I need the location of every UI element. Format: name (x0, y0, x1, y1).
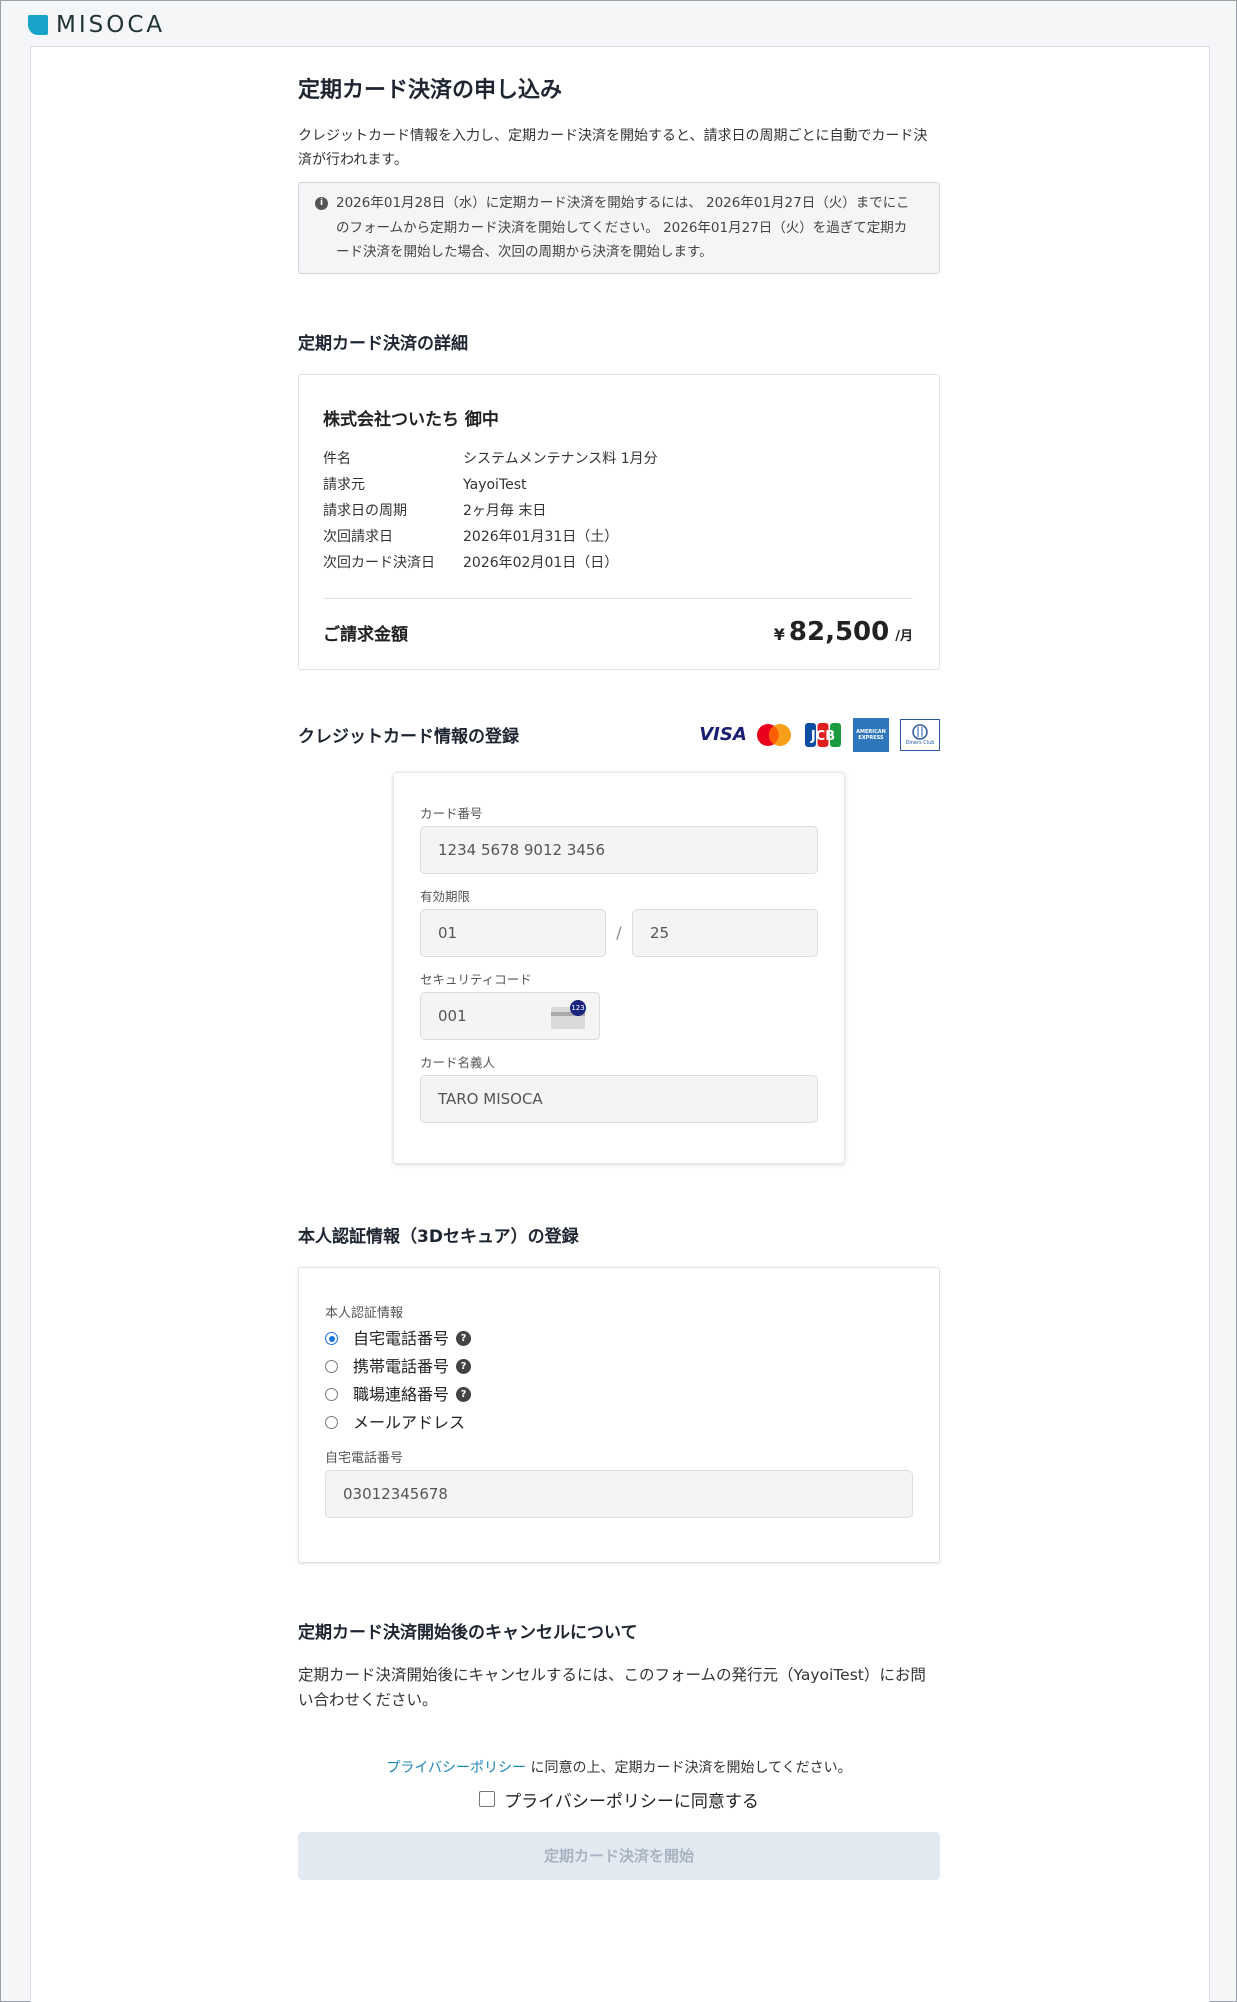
credit-card-form: カード番号 1234 5678 9012 3456 有効期限 01 / 25 セ… (393, 771, 845, 1164)
cvc-card-icon: 123 (551, 999, 586, 1029)
expiry-month-input[interactable]: 01 (420, 908, 606, 957)
radio-mobile-phone[interactable]: 携帯電話番号? (325, 1353, 913, 1381)
notice-box: i 2026年01月28日（水）に定期カード決済を開始するには、 2026年01… (298, 182, 940, 274)
detail-value: YayoiTest (463, 476, 527, 493)
detail-key: 件名 (323, 450, 351, 467)
diners-icon: Diners Club (900, 718, 940, 751)
currency-symbol: ¥ (773, 624, 785, 644)
home-phone-input[interactable]: 03012345678 (325, 1469, 913, 1518)
start-payment-button[interactable]: 定期カード決済を開始 (298, 1831, 940, 1880)
expiry-label: 有効期限 (420, 888, 471, 904)
amex-icon: AMERICAN EXPRESS (853, 717, 889, 752)
detail-row: 次回カード決済日 2026年02月01日（日） (323, 550, 913, 576)
notice-text: 2026年01月28日（水）に定期カード決済を開始するには、 2026年01月2… (336, 195, 910, 260)
auth-field-label: 自宅電話番号 (325, 1450, 404, 1466)
radio-label: 携帯電話番号 (353, 1356, 450, 1376)
mastercard-icon (755, 720, 793, 750)
privacy-agree-checkbox[interactable] (479, 1791, 496, 1807)
detail-row: 請求日の周期 2ヶ月毎 末日 (323, 498, 913, 524)
divider (323, 597, 913, 599)
help-icon[interactable]: ? (456, 1387, 472, 1402)
expiry-row: 01 / 25 (420, 908, 818, 957)
detail-value: 2026年02月01日（日） (463, 554, 619, 571)
radio-button[interactable] (325, 1360, 338, 1373)
card-number-label: カード番号 (420, 805, 483, 821)
form-content: 定期カード決済の申し込み クレジットカード情報を入力し、定期カード決済を開始する… (298, 72, 940, 1880)
intro-text: クレジットカード情報を入力し、定期カード決済を開始すると、請求日の周期ごとに自動… (298, 128, 928, 168)
radio-home-phone[interactable]: 自宅電話番号? (325, 1325, 913, 1353)
radio-label: 職場連絡番号 (353, 1384, 450, 1404)
page-title: 定期カード決済の申し込み (298, 78, 563, 103)
detail-row: 件名 システムメンテナンス料 1月分 (323, 446, 913, 472)
card-number-input[interactable]: 1234 5678 9012 3456 (420, 825, 818, 874)
radio-label: メールアドレス (353, 1412, 466, 1432)
help-icon[interactable]: ? (456, 1359, 472, 1374)
privacy-policy-link[interactable]: プライバシーポリシー (386, 1760, 526, 1776)
detail-value: システムメンテナンス料 1月分 (463, 450, 658, 467)
detail-row: 請求元 YayoiTest (323, 472, 913, 498)
diners-icon-text: Diners Club (905, 739, 935, 746)
card-holder-input[interactable]: TARO MISOCA (420, 1074, 818, 1123)
card-holder-label: カード名義人 (420, 1054, 496, 1070)
detail-key: 次回請求日 (323, 528, 393, 545)
privacy-suffix: に同意の上、定期カード決済を開始してください。 (526, 1759, 852, 1776)
radio-email[interactable]: メールアドレス (325, 1409, 913, 1437)
company-name: 株式会社ついたち 御中 (323, 409, 499, 430)
detail-key: 請求日の周期 (323, 502, 407, 519)
total-label: ご請求金額 (323, 624, 408, 645)
expiry-separator: / (616, 923, 622, 942)
help-icon[interactable]: ? (456, 1331, 472, 1346)
radio-label: 自宅電話番号 (353, 1328, 450, 1348)
radio-work-phone[interactable]: 職場連絡番号? (325, 1381, 913, 1409)
expiry-year-input[interactable]: 25 (632, 908, 818, 957)
logo-text: MISOCA (56, 12, 166, 38)
privacy-notice: プライバシーポリシー に同意の上、定期カード決済を開始してください。 (298, 1757, 940, 1777)
auth-box: 本人認証情報 自宅電話番号? 携帯電話番号? 職場連絡番号? メールアドレス 自… (298, 1266, 940, 1563)
details-section-title: 定期カード決済の詳細 (298, 333, 468, 354)
detail-value: 2ヶ月毎 末日 (463, 502, 547, 519)
cvc-input[interactable]: 001 123 (420, 991, 600, 1040)
app-header: MISOCA (0, 0, 1237, 46)
detail-value: 2026年01月31日（土） (463, 528, 619, 545)
auth-section-title: 本人認証情報（3Dセキュア）の登録 (298, 1226, 579, 1247)
detail-row: 次回請求日 2026年01月31日（土） (323, 524, 913, 550)
cancel-section-title: 定期カード決済開始後のキャンセルについて (298, 1622, 638, 1643)
cvc-label: セキュリティコード (420, 971, 532, 987)
credit-card-header: クレジットカード情報の登録 VISA JCB AMERICAN EXPRESS … (298, 717, 940, 752)
card-brand-list: VISA JCB AMERICAN EXPRESS Diners Club (699, 717, 940, 752)
auth-group-label: 本人認証情報 (325, 1305, 404, 1321)
total-amount: ¥82,500/月 (774, 617, 913, 647)
cancel-text: 定期カード決済開始後にキャンセルするには、このフォームの発行元（YayoiTes… (298, 1665, 926, 1709)
misoca-logo[interactable]: MISOCA (28, 12, 165, 38)
radio-button[interactable] (325, 1416, 338, 1429)
radio-button[interactable] (325, 1332, 338, 1345)
privacy-agree-row[interactable]: プライバシーポリシーに同意する (298, 1787, 940, 1812)
detail-key: 請求元 (323, 476, 365, 493)
logo-mark-icon (28, 15, 48, 35)
radio-button[interactable] (325, 1388, 338, 1401)
privacy-agree-label: プライバシーポリシーに同意する (504, 1791, 759, 1812)
amount-unit: /月 (895, 628, 913, 644)
cvc-placeholder: 001 (438, 1006, 467, 1025)
amex-icon-text: AMERICAN EXPRESS (856, 728, 886, 741)
visa-icon: VISA (699, 724, 747, 745)
total-row: ご請求金額 ¥82,500/月 (323, 617, 913, 647)
cvc-badge: 123 (570, 999, 586, 1016)
jcb-icon: JCB (804, 720, 842, 750)
info-icon: i (315, 197, 328, 210)
amount-value: 82,500 (788, 616, 890, 647)
credit-card-section-title: クレジットカード情報の登録 (298, 727, 519, 747)
detail-key: 次回カード決済日 (323, 554, 435, 571)
details-box: 株式会社ついたち 御中 件名 システムメンテナンス料 1月分 請求元 YayoiTe… (298, 373, 940, 670)
jcb-icon-text: JCB (810, 729, 835, 744)
